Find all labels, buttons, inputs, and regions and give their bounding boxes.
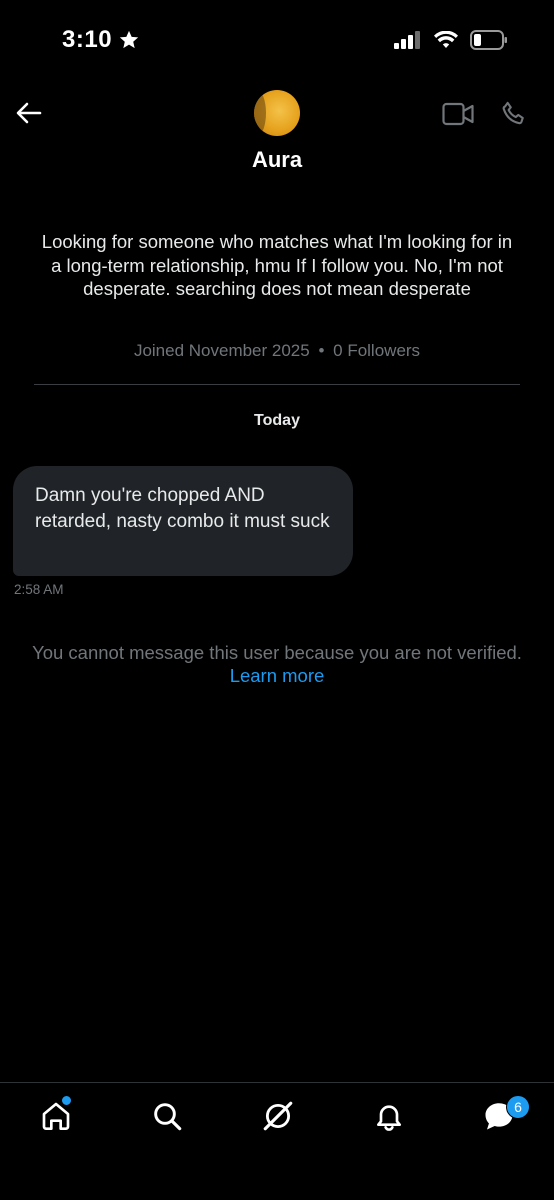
search-icon bbox=[154, 1103, 182, 1131]
wifi-icon bbox=[434, 31, 458, 48]
grok-icon bbox=[263, 1101, 293, 1131]
nav-grok[interactable] bbox=[260, 1098, 296, 1134]
nav-notifications[interactable] bbox=[371, 1098, 407, 1134]
profile-meta: Joined November 2025 • 0 Followers bbox=[0, 341, 554, 361]
video-camera-icon bbox=[442, 102, 474, 126]
back-button[interactable] bbox=[14, 98, 44, 128]
message-bubble[interactable]: Damn you're chopped AND retarded, nasty … bbox=[13, 466, 353, 576]
message-text: Damn you're chopped AND retarded, nasty … bbox=[35, 485, 330, 532]
home-notification-dot bbox=[61, 1095, 72, 1106]
avatar[interactable] bbox=[254, 90, 300, 136]
followers-count[interactable]: 0 Followers bbox=[333, 341, 420, 360]
verification-notice: You cannot message this user because you… bbox=[30, 641, 524, 687]
learn-more-link[interactable]: Learn more bbox=[230, 665, 325, 686]
status-icons bbox=[394, 30, 508, 50]
phone-icon bbox=[502, 101, 524, 125]
notice-text: You cannot message this user because you… bbox=[32, 642, 522, 663]
meta-separator: • bbox=[318, 341, 325, 360]
divider bbox=[34, 384, 520, 385]
battery-icon bbox=[470, 30, 507, 50]
video-call-button[interactable] bbox=[442, 101, 474, 127]
nav-search[interactable] bbox=[149, 1098, 185, 1134]
date-separator: Today bbox=[254, 412, 300, 429]
back-arrow-icon bbox=[16, 102, 42, 124]
notifications-bell-icon bbox=[377, 1105, 401, 1131]
profile-bio: Looking for someone who matches what I'm… bbox=[41, 231, 513, 299]
status-time: 3:10 bbox=[62, 26, 140, 54]
cellular-signal-icon bbox=[394, 31, 420, 49]
contact-name[interactable]: Aura bbox=[0, 147, 554, 173]
message-timestamp: 2:58 AM bbox=[14, 582, 64, 597]
messages-badge: 6 bbox=[506, 1095, 530, 1119]
status-time-text: 3:10 bbox=[62, 26, 113, 53]
joined-date: Joined November 2025 bbox=[133, 341, 310, 360]
phone-call-button[interactable] bbox=[500, 100, 528, 128]
star-icon bbox=[119, 30, 139, 49]
nav-divider bbox=[0, 1082, 554, 1083]
